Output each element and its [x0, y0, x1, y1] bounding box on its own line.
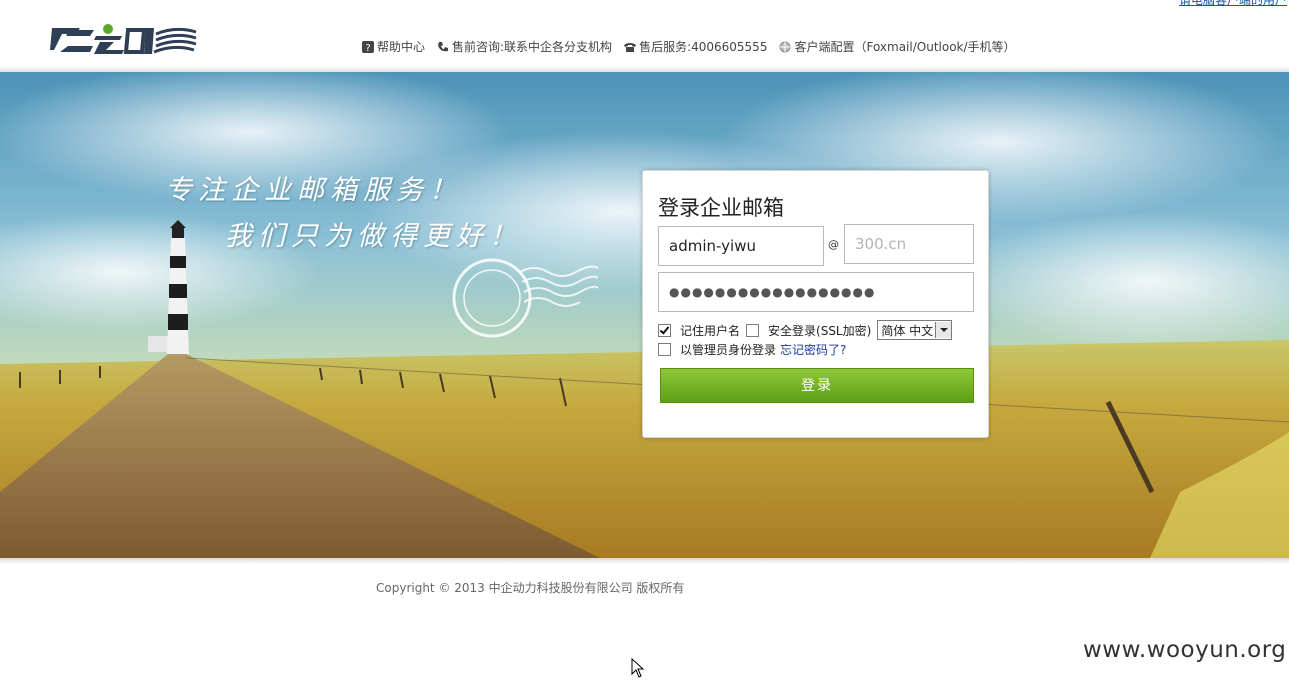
mouse-cursor-icon [631, 658, 645, 678]
admin-login-row: 以管理员身份登录 忘记密码了? [658, 341, 846, 358]
language-select[interactable]: 简体 中文 [877, 320, 953, 340]
remember-username-checkbox[interactable] [658, 323, 671, 337]
chevron-down-icon[interactable] [935, 322, 952, 338]
login-title: 登录企业邮箱 [658, 196, 784, 220]
login-panel: 登录企业邮箱 admin-yiwu @ ●●●●●●●●●●●●●●●●●● 记… [642, 170, 989, 438]
at-symbol: @ [828, 238, 839, 251]
hero-banner: 专注企业邮箱服务！ 我们只为做得更好！ 登录企业邮箱 admin-yiwu @ … [0, 72, 1289, 558]
forgot-password-link[interactable]: 忘记密码了? [780, 341, 846, 358]
password-input[interactable]: ●●●●●●●●●●●●●●●●●● [658, 272, 974, 312]
login-options-row: 记住用户名 安全登录(SSL加密) 简体 中文 [658, 320, 953, 340]
domain-input[interactable] [844, 224, 974, 264]
postmark-stamp-icon [452, 258, 598, 338]
admin-login-label: 以管理员身份登录 [680, 343, 777, 357]
phone-icon [438, 41, 449, 51]
top-nav: ? 帮助中心 售前咨询:联系中企各分支机构 售后服务:4006605555 客户… [362, 38, 1016, 55]
username-input[interactable]: admin-yiwu [658, 226, 824, 266]
question-icon: ? [362, 40, 374, 53]
admin-login-checkbox[interactable] [658, 343, 671, 356]
slogan-line-1: 专注企业邮箱服务！ [165, 175, 462, 206]
nav-help[interactable]: ? 帮助中心 [362, 38, 425, 55]
ssl-login-checkbox[interactable] [746, 323, 760, 337]
svg-text:?: ? [365, 43, 370, 53]
nav-aftersales[interactable]: 售后服务:4006605555 [624, 38, 767, 55]
copyright-text: Copyright © 2013 中企动力科技股份有限公司 版权所有 [376, 581, 685, 595]
slogan-line-2: 我们只为做得更好！ [225, 221, 522, 252]
telephone-icon [624, 42, 637, 52]
header: 请电脑客户端的用户 ? 帮助中心 售前咨询:联系中企各分支机构 售后服务:400… [0, 0, 1289, 70]
nav-presales[interactable]: 售前咨询:联系中企各分支机构 [437, 38, 612, 55]
remember-username-label: 记住用户名 [680, 323, 741, 338]
watermark-text: www.wooyun.org [1083, 637, 1287, 663]
login-button[interactable]: 登录 [660, 368, 974, 403]
logo[interactable] [50, 22, 198, 56]
footer-divider [0, 558, 1289, 564]
top-link[interactable]: 请电脑客户端的用户 [1179, 0, 1287, 8]
language-select-value: 简体 中文 [881, 323, 934, 338]
nav-client-config[interactable]: 客户端配置（Foxmail/Outlook/手机等） [779, 38, 1016, 55]
ssl-login-label: 安全登录(SSL加密) [768, 323, 872, 338]
globe-icon [779, 41, 791, 52]
